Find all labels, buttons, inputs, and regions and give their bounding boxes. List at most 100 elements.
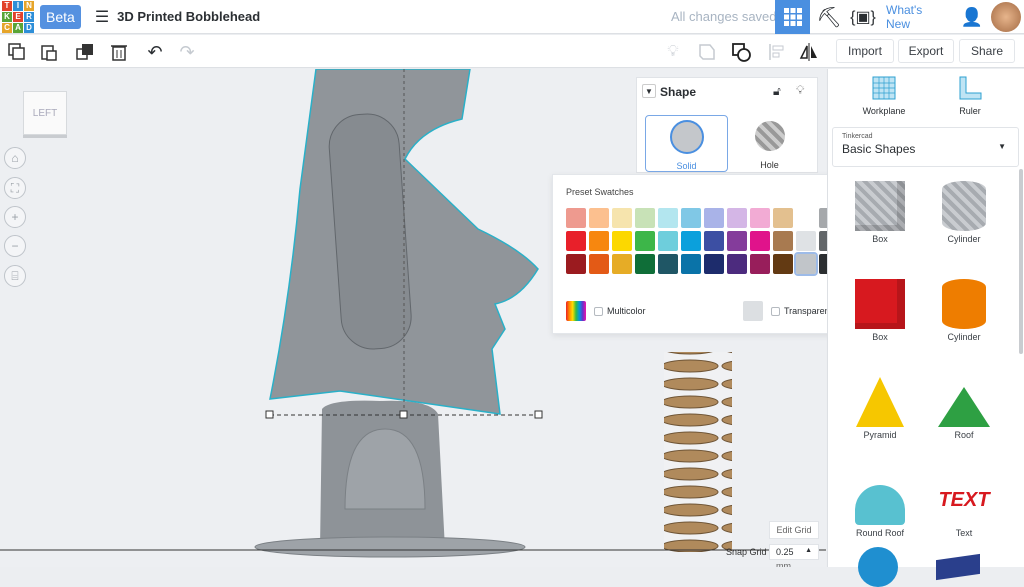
add-user-button[interactable]: 👤 — [958, 0, 986, 34]
color-swatch[interactable] — [727, 208, 747, 228]
sphere-shape[interactable] — [858, 547, 898, 587]
shape-item-box[interactable]: Box — [838, 171, 922, 244]
light-bulb-icon[interactable]: 💡︎ — [796, 83, 804, 98]
paste-button[interactable] — [38, 41, 60, 63]
project-title[interactable]: 3D Printed Bobblehead — [117, 9, 260, 24]
color-swatch[interactable] — [612, 254, 632, 274]
notes-button[interactable]: 💡︎ — [662, 41, 684, 63]
import-button[interactable]: Import — [836, 39, 894, 63]
transparent-checkbox[interactable]: Transparent — [771, 306, 832, 317]
save-status: All changes saved — [671, 9, 777, 24]
color-swatch[interactable] — [681, 208, 701, 228]
share-button[interactable]: Share — [959, 39, 1015, 63]
resize-handle[interactable] — [399, 410, 408, 419]
preset-swatches-title: Preset Swatches — [566, 187, 634, 197]
color-swatch[interactable] — [727, 231, 747, 251]
color-swatch[interactable] — [704, 208, 724, 228]
align-button[interactable] — [766, 41, 788, 63]
color-swatch[interactable] — [773, 254, 793, 274]
shape-item-roof[interactable]: Roof — [922, 367, 1006, 440]
zoom-in-button[interactable]: + — [4, 206, 26, 228]
shape-thumbnail — [838, 465, 922, 525]
fit-view-button[interactable]: ⛶ — [4, 177, 26, 199]
color-swatch[interactable] — [658, 231, 678, 251]
edit-grid-button[interactable]: Edit Grid — [769, 521, 819, 539]
color-swatch[interactable] — [612, 231, 632, 251]
shape-item-cylinder[interactable]: Cylinder — [922, 171, 1006, 244]
view-cube[interactable]: LEFT — [23, 91, 67, 135]
trash-icon — [111, 45, 127, 61]
multicolor-checkbox[interactable]: Multicolor — [594, 306, 646, 317]
solid-button[interactable]: Solid — [645, 115, 728, 172]
resize-handle[interactable] — [265, 410, 274, 419]
color-swatch[interactable] — [658, 254, 678, 274]
color-swatch[interactable] — [635, 254, 655, 274]
library-dropdown[interactable]: Tinkercad Basic Shapes ▼ — [832, 127, 1019, 167]
color-swatch[interactable] — [750, 208, 770, 228]
shape-item-box[interactable]: Box — [838, 269, 922, 342]
color-swatch[interactable] — [635, 208, 655, 228]
color-swatch[interactable] — [635, 231, 655, 251]
multicolor-swatch[interactable] — [566, 301, 586, 321]
copy-button[interactable] — [6, 41, 28, 63]
color-swatch[interactable] — [681, 231, 701, 251]
color-swatch[interactable] — [794, 252, 818, 276]
add-user-icon: 👤 — [960, 6, 984, 27]
tinkercad-logo[interactable]: TIN KER CAD — [2, 0, 34, 33]
color-swatch[interactable] — [612, 208, 632, 228]
color-swatch[interactable] — [773, 231, 793, 251]
color-swatch[interactable] — [589, 254, 609, 274]
codeblocks-button[interactable]: {▣} — [848, 0, 878, 34]
ortho-view-button[interactable]: ⌸ — [4, 265, 26, 287]
color-swatch[interactable] — [566, 231, 586, 251]
color-swatch[interactable] — [589, 231, 609, 251]
snap-grid-select[interactable]: 0.25 ▲ — [769, 544, 819, 560]
scrollbar[interactable] — [1019, 169, 1023, 354]
spring-shape[interactable] — [664, 352, 732, 552]
color-swatch[interactable] — [658, 208, 678, 228]
snap-grid-label: Snap Grid — [726, 547, 767, 557]
workplane-button[interactable]: Workplane — [848, 75, 920, 116]
shape-item-text[interactable]: TEXT Text — [922, 465, 1006, 538]
color-swatch[interactable] — [773, 208, 793, 228]
shape-item-cylinder[interactable]: Cylinder — [922, 269, 1006, 342]
ruler-button[interactable]: Ruler — [934, 75, 1006, 116]
project-list-icon[interactable]: ☰ — [95, 7, 109, 27]
color-swatch[interactable] — [750, 254, 770, 274]
hole-button[interactable]: Hole — [728, 115, 811, 172]
color-swatch[interactable] — [589, 208, 609, 228]
shape-item-pyramid[interactable]: Pyramid — [838, 367, 922, 440]
color-swatch[interactable] — [704, 231, 724, 251]
color-swatch[interactable] — [727, 254, 747, 274]
lock-icon[interactable]: 🔓︎ — [773, 84, 781, 99]
delete-button[interactable] — [108, 41, 130, 63]
group-button[interactable] — [696, 41, 718, 63]
color-swatch[interactable] — [704, 254, 724, 274]
mirror-button[interactable] — [798, 41, 820, 63]
color-swatch[interactable] — [566, 254, 586, 274]
collapse-toggle[interactable]: ▼ — [642, 84, 656, 98]
workplane-icon — [872, 76, 896, 100]
redo-button[interactable]: ↷ — [176, 41, 198, 63]
ungroup-icon — [732, 43, 751, 62]
duplicate-button[interactable] — [74, 41, 96, 63]
blocks-button[interactable]: ⛏ — [812, 0, 846, 34]
swatch-grid — [566, 208, 839, 276]
resize-handle[interactable] — [534, 410, 543, 419]
zoom-out-button[interactable]: − — [4, 235, 26, 257]
color-swatch[interactable] — [566, 208, 586, 228]
ungroup-button[interactable] — [730, 41, 752, 63]
whats-new-link[interactable]: What's New — [886, 0, 948, 34]
color-swatch[interactable] — [796, 231, 816, 251]
inspector-title: Shape — [660, 85, 697, 99]
undo-button[interactable]: ↶ — [144, 41, 166, 63]
mirror-icon — [799, 43, 817, 61]
export-button[interactable]: Export — [898, 39, 954, 63]
wedge-shape[interactable] — [936, 553, 980, 581]
3d-view-button[interactable] — [775, 0, 810, 34]
color-swatch[interactable] — [750, 231, 770, 251]
shape-item-round-roof[interactable]: Round Roof — [838, 465, 922, 538]
color-swatch[interactable] — [681, 254, 701, 274]
avatar[interactable] — [990, 0, 1022, 34]
home-view-button[interactable]: ⌂ — [4, 147, 26, 169]
